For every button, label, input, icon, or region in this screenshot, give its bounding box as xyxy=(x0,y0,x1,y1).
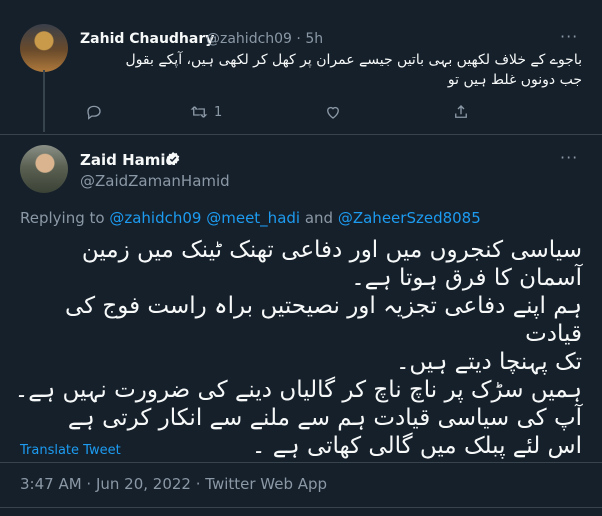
translate-tweet-link[interactable]: Translate Tweet xyxy=(20,443,121,458)
tweet-text-line: ہم اپنے دفاعی تجزیہ اور نصیحتیں براہ راس… xyxy=(64,293,582,347)
author-meta: @zahidch09 · 5h xyxy=(206,31,323,47)
mention-link[interactable]: @meet_hadi xyxy=(206,209,300,227)
retweet-count: 1 xyxy=(214,104,223,120)
tweet-text-line: آپ کی سیاسی قیادت ہم سے ملنے سے انکار کر… xyxy=(67,405,582,431)
avatar[interactable] xyxy=(20,24,68,72)
more-options-icon[interactable]: ··· xyxy=(560,148,578,167)
retweet-icon xyxy=(190,106,208,118)
replying-to: Replying to @zahidch09 @meet_hadi and @Z… xyxy=(20,209,481,227)
verified-badge-icon xyxy=(166,152,180,165)
tweet-text-line: سیاسی کنجروں میں اور دفاعی تھنک ٹینک میں… xyxy=(81,237,582,263)
tweet-text-line: آسمان کا فرق ہوتا ہے۔ xyxy=(351,265,582,291)
divider xyxy=(0,134,602,135)
tweet-text-line: ہمیں سڑک پر ناچ ناچ کر گالیاں دینے کی ضر… xyxy=(14,377,582,403)
replying-and: and xyxy=(300,209,338,227)
tweet-text-line: تک پہنچا دیتے ہیں۔ xyxy=(395,349,582,375)
tweet-text-line: جب دونوں غلط ہیں تو xyxy=(447,72,582,88)
tweet-text: باجوے کے خلاف لکھیں بہی باتیں جیسے عمران… xyxy=(80,50,582,90)
author-handle[interactable]: @ZaidZamanHamid xyxy=(80,172,230,190)
tweet-actions: 1 xyxy=(60,100,530,124)
reply-tweet[interactable]: Zahid Chaudhary @zahidch09 · 5h ··· باجو… xyxy=(0,0,602,134)
tweet-text: سیاسی کنجروں میں اور دفاعی تھنک ٹینک میں… xyxy=(14,236,582,460)
tweet-text-line: باجوے کے خلاف لکھیں بہی باتیں جیسے عمران… xyxy=(125,52,582,68)
reply-button[interactable] xyxy=(85,100,103,124)
separator: · xyxy=(296,31,301,47)
like-icon xyxy=(327,106,339,119)
like-button[interactable] xyxy=(324,100,342,124)
divider xyxy=(0,462,602,463)
tweet-time[interactable]: 5h xyxy=(305,31,323,47)
more-options-icon[interactable]: ··· xyxy=(560,27,578,46)
thread-connector-line xyxy=(43,70,45,132)
avatar[interactable] xyxy=(20,145,68,193)
mention-link[interactable]: @ZaheerSzed8085 xyxy=(338,209,481,227)
share-button[interactable] xyxy=(452,100,470,124)
author-handle[interactable]: @zahidch09 xyxy=(206,31,292,47)
divider xyxy=(0,507,602,508)
author-name[interactable]: Zahid Chaudhary xyxy=(80,31,214,47)
reply-icon xyxy=(87,105,101,120)
retweet-button[interactable]: 1 xyxy=(190,100,222,124)
tweet-timestamp[interactable]: 3:47 AM · Jun 20, 2022 · Twitter Web App xyxy=(20,475,327,493)
mention-link[interactable]: @zahidch09 xyxy=(109,209,201,227)
author-name[interactable]: Zaid Hamid xyxy=(80,151,176,169)
share-icon xyxy=(455,105,467,118)
replying-prefix: Replying to xyxy=(20,209,110,227)
